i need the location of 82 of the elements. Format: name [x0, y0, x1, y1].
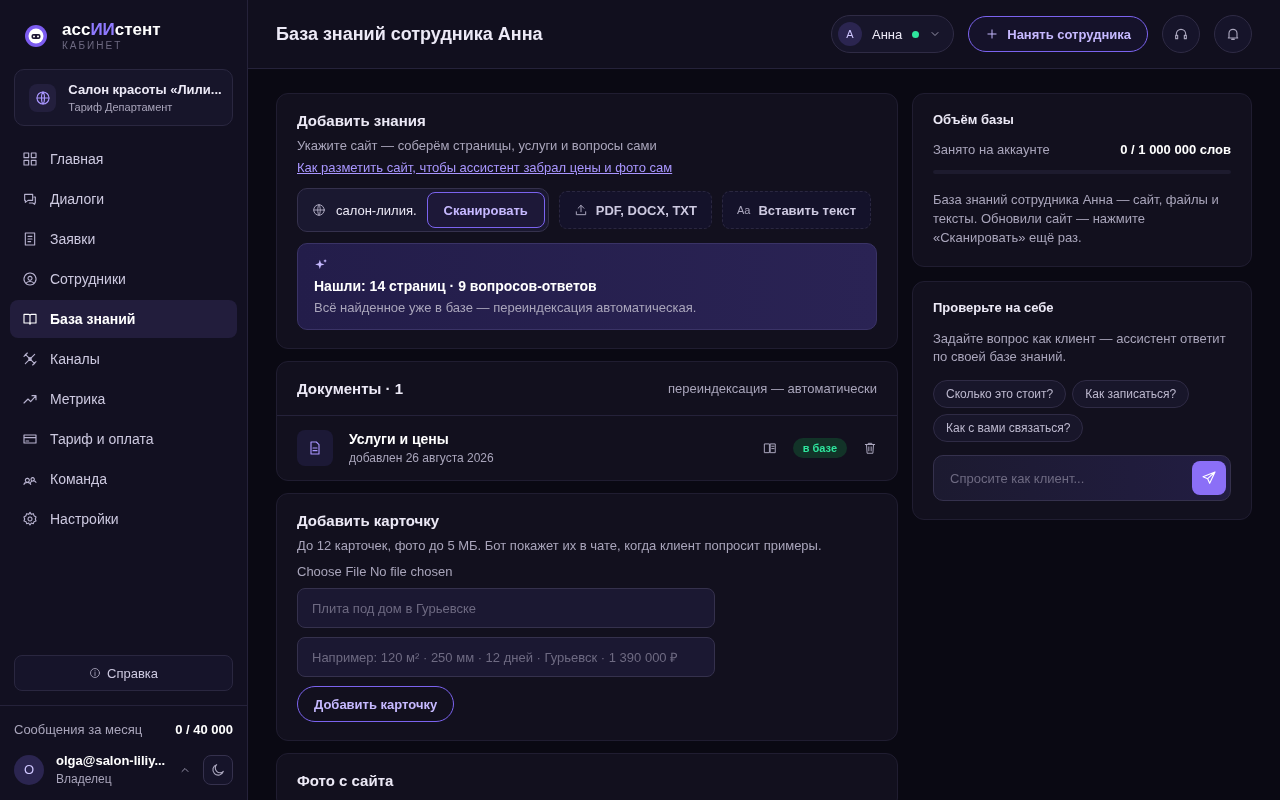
send-button[interactable] [1192, 461, 1226, 496]
brand-name: ассИИстент [62, 20, 161, 40]
grid-icon [22, 151, 38, 167]
notifications-button[interactable] [1214, 15, 1252, 53]
document-date: добавлен 26 августа 2026 [349, 451, 495, 465]
headset-icon [1173, 26, 1189, 42]
card-title: Фото с сайта [297, 772, 395, 789]
card-subtitle: Укажите сайт — соберём страницы, услуги и вопросы сами [297, 138, 658, 153]
info-icon [89, 667, 101, 679]
card-title-field[interactable]: Плита под дом в Гурьевске [297, 588, 715, 628]
card-title: Объём базы [933, 112, 1015, 127]
send-icon [1201, 470, 1217, 487]
volume-text: База знаний сотрудника Анна — сайт, файлы и тексты. Обновили сайт — нажмите «Сканировать» ещё раз. [933, 191, 1220, 247]
theme-button[interactable] [203, 754, 233, 785]
test-text: Задайте вопрос как клиент — ассистент ответит по своей базе знаний. [933, 329, 1227, 367]
plus-icon [985, 27, 1000, 41]
status-badge: в базе [792, 438, 847, 458]
user-avatar: O [14, 754, 44, 785]
card-title: Добавить знания [297, 112, 427, 129]
usage-value: 0 / 1 000 000 слов [1120, 142, 1231, 157]
person-icon [22, 271, 38, 287]
sidebar-item[interactable]: Каналы [10, 340, 237, 378]
paste-text-button[interactable]: Aa Вставить текст [721, 191, 872, 229]
book-icon[interactable] [762, 441, 777, 455]
upload-button[interactable]: PDF, DOCX, TXT [558, 191, 712, 229]
card-title: Проверьте на себе [933, 299, 1055, 315]
question-box[interactable]: Спросите как клиент... [933, 455, 1231, 502]
url-field[interactable]: салон-лилия. Сканировать [297, 188, 549, 232]
globe-icon [34, 89, 51, 106]
sidebar-item[interactable]: Команда [10, 460, 237, 498]
sidebar-item[interactable]: Метрика [10, 380, 237, 418]
sidebar-item[interactable]: База знаний [10, 300, 237, 338]
robot-logo-icon [24, 23, 48, 48]
sidebar-item[interactable]: Тариф и оплата [10, 420, 237, 458]
user-role: Владелец [56, 772, 113, 786]
suggestion-chip[interactable]: Сколько это стоит? [933, 380, 1067, 409]
card-details-field[interactable]: Например: 120 м² · 250 мм · 12 дней · Гурьевск · 1 390 000 ₽ [297, 637, 715, 677]
usage-label: Сообщения за месяц [14, 722, 143, 737]
help-link[interactable]: Как разметить сайт, чтобы ассистент забрал цены и фото сам [297, 160, 673, 175]
sidebar-item[interactable]: Диалоги [10, 180, 237, 218]
form-icon [22, 231, 38, 247]
documents-title: Документы · 1 [297, 380, 403, 397]
card-title: Добавить карточку [297, 512, 441, 529]
result-title: Нашли: 14 страниц · 9 вопросов-ответов [314, 278, 598, 294]
brand-subtitle: КАБИНЕТ [62, 40, 124, 51]
sidebar-item[interactable]: Главная [10, 140, 237, 178]
document-name: Услуги и цены [349, 431, 450, 447]
add-card-button[interactable]: Добавить карточку [297, 686, 455, 722]
url-value: салон-лилия. [336, 202, 417, 218]
scan-button[interactable]: Сканировать [426, 192, 545, 228]
documents-note: переиндексация — автоматически [668, 381, 877, 396]
card-subtitle: До 12 карточек, фото до 5 МБ. Бот покажет их в чате, когда клиент попросит примеры. [297, 538, 823, 553]
moon-icon [210, 761, 226, 778]
help-button[interactable]: Справка [14, 655, 233, 691]
suggestion-chip[interactable]: Как с вами связаться? [933, 414, 1084, 443]
trash-icon[interactable] [863, 441, 877, 455]
support-button[interactable] [1162, 15, 1200, 53]
user-email: olga@salon-liliy... [56, 753, 166, 768]
question-field[interactable]: Спросите как клиент... [948, 469, 1192, 487]
sidebar-item[interactable]: Сотрудники [10, 260, 237, 298]
usage-value: 0 / 40 000 [175, 722, 233, 737]
bell-icon [1225, 26, 1241, 42]
hire-button[interactable]: Нанять сотрудника [968, 16, 1148, 52]
result-text: Всё найденное уже в базе — переиндексация автоматическая. [314, 300, 698, 315]
file-input[interactable]: Choose File No file chosen [297, 564, 877, 579]
employee-name: Анна [872, 26, 903, 42]
page-title: База знаний сотрудника Анна [276, 23, 543, 45]
book-icon [22, 311, 38, 327]
chat-icon [22, 191, 38, 207]
settings-icon [22, 511, 38, 527]
workspace-plan: Тариф Департамент [68, 101, 174, 113]
employee-avatar: А [838, 22, 862, 46]
document-icon [307, 440, 323, 456]
sidebar-item[interactable]: Настройки [10, 500, 237, 538]
usage-label: Занято на аккаунте [933, 142, 1050, 157]
globe-icon [312, 203, 326, 217]
employee-selector[interactable]: А Анна [831, 15, 955, 53]
sidebar-item[interactable]: Заявки [10, 220, 237, 258]
suggestion-chip[interactable]: Как записаться? [1072, 380, 1190, 409]
workspace-card[interactable]: Салон красоты «Лили... Тариф Департамент [14, 69, 233, 126]
upload-icon [573, 203, 588, 217]
card-icon [22, 431, 38, 447]
